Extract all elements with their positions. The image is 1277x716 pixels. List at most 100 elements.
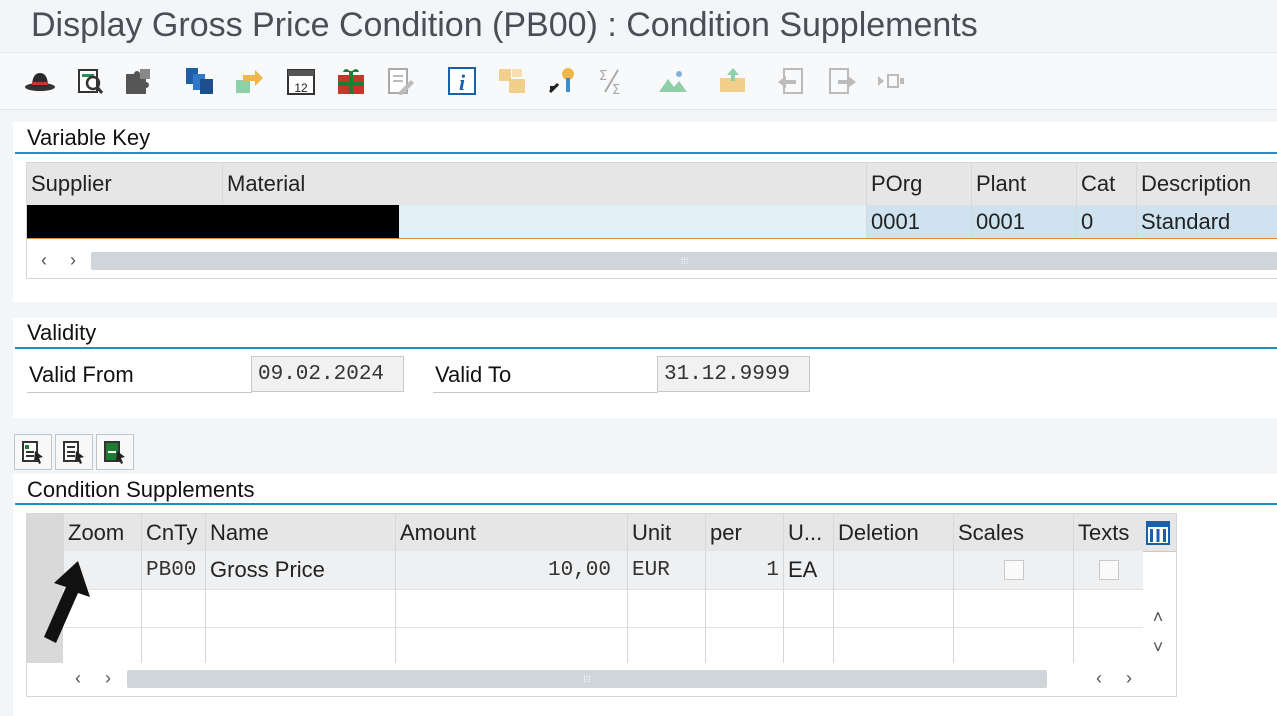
row-selector-header[interactable] [27,514,63,551]
cell-per[interactable]: 1 [705,551,783,589]
cell-deletion[interactable] [833,551,953,589]
column-divider [705,589,706,627]
column-header-unit[interactable]: Unit [627,514,705,551]
cell-uom[interactable]: EA [783,551,833,589]
column-header-name[interactable]: Name [205,514,395,551]
validity-rule [15,347,1277,349]
column-divider [1073,589,1074,627]
variable-key-rule [15,152,1277,154]
svg-text:Σ: Σ [612,83,620,96]
horizontal-scrollbar[interactable]: ⁞⁞⁞ [127,670,1047,688]
column-header-amount[interactable]: Amount [395,514,627,551]
column-header-supplier[interactable]: Supplier [27,163,222,205]
column-divider [395,627,396,663]
column-divider [953,589,954,627]
table-row[interactable]: PB00 Gross Price 10,00 EUR 1 EA [27,551,1143,590]
edit-document-icon[interactable] [384,65,418,97]
column-header-deletion[interactable]: Deletion [833,514,953,551]
column-header-per[interactable]: per [705,514,783,551]
column-header-plant[interactable]: Plant [971,163,1076,205]
condition-supplements-title: Condition Supplements [27,477,255,502]
cell-name[interactable]: Gross Price [205,551,395,589]
column-divider [705,627,706,663]
transfer-icon[interactable] [232,65,266,97]
copy-icon[interactable] [495,65,529,97]
scroll-left-button[interactable]: ‹ [33,249,55,271]
deselect-all-button[interactable] [55,434,93,470]
calendar-icon[interactable]: 12 [284,65,318,97]
overview-icon[interactable] [73,65,107,97]
select-block-button[interactable] [96,434,134,470]
column-header-uom[interactable]: U... [783,514,833,551]
more-icon[interactable] [875,65,909,97]
scroll-right-button[interactable]: › [97,667,119,689]
landscape-icon[interactable] [656,65,690,97]
page-title: Display Gross Price Condition (PB00) : C… [31,6,978,44]
sum-icon[interactable]: ΣΣ [595,65,629,97]
puzzle-icon[interactable] [122,65,156,97]
export-icon[interactable] [716,65,750,97]
valid-from-label: Valid From [27,357,252,393]
column-divider [141,627,142,663]
cell-porg[interactable]: 0001 [866,205,971,238]
cell-texts [1073,551,1143,589]
cell-unit[interactable]: EUR [627,551,705,589]
column-divider [141,589,142,627]
annotation-arrow-icon [38,557,94,647]
column-divider [833,627,834,663]
cell-plant[interactable]: 0001 [971,205,1076,238]
valid-from-field[interactable]: 09.02.2024 [251,356,404,392]
column-divider [627,627,628,663]
cell-cnty[interactable]: PB00 [141,551,205,589]
variable-key-header-row: Supplier Material POrg Plant Cat Descrip… [27,163,1277,206]
key-icon[interactable] [545,65,579,97]
scroll-left-end-button[interactable]: ‹ [1088,667,1110,689]
cell-description[interactable]: Standard [1136,205,1277,238]
scroll-left-button[interactable]: ‹ [67,667,89,689]
cascade-icon[interactable] [183,65,217,97]
valid-to-field[interactable]: 31.12.9999 [657,356,810,392]
column-header-material[interactable]: Material [222,163,866,205]
scroll-up-button[interactable]: ˄ [1147,606,1169,628]
condition-supplements-rule [15,503,1277,505]
scroll-right-end-button[interactable]: › [1118,667,1140,689]
column-divider [1073,627,1074,663]
back-document-icon[interactable] [775,65,809,97]
forward-document-icon[interactable] [825,65,859,97]
column-divider [627,589,628,627]
scroll-right-button[interactable]: › [62,249,84,271]
variable-key-row[interactable]: 0001 0001 0 Standard [27,205,1277,239]
variable-key-table: Supplier Material POrg Plant Cat Descrip… [26,162,1277,279]
column-header-porg[interactable]: POrg [866,163,971,205]
column-header-description[interactable]: Description [1136,163,1277,205]
column-divider [205,589,206,627]
column-header-zoom[interactable]: Zoom [63,514,141,551]
info-icon[interactable]: i [445,65,479,97]
table-row[interactable] [27,589,1143,628]
cell-amount[interactable]: 10,00 [395,551,627,589]
scales-checkbox[interactable] [1003,560,1024,580]
column-settings-icon[interactable] [1145,520,1171,546]
svg-text:i: i [459,70,466,95]
cell-cat[interactable]: 0 [1076,205,1136,238]
column-header-scales[interactable]: Scales [953,514,1073,551]
application-toolbar: 12 i ΣΣ [0,52,1277,110]
column-divider [783,627,784,663]
horizontal-scrollbar[interactable]: ⁞⁞⁞ [91,252,1277,270]
column-header-cat[interactable]: Cat [1076,163,1136,205]
column-header-texts[interactable]: Texts [1073,514,1145,551]
table-row[interactable] [27,627,1143,663]
scroll-down-button[interactable]: ˅ [1147,636,1169,658]
gift-icon[interactable] [334,65,368,97]
cell-material[interactable] [222,205,399,238]
column-divider [205,627,206,663]
valid-to-label: Valid To [433,357,658,393]
column-divider [833,589,834,627]
hat-icon[interactable] [23,65,57,97]
cell-supplier[interactable] [27,205,222,238]
texts-checkbox[interactable] [1098,560,1119,580]
column-header-cnty[interactable]: CnTy [141,514,205,551]
select-all-button[interactable] [14,434,52,470]
condition-supplements-table: Zoom CnTy Name Amount Unit per U... Dele… [26,513,1177,697]
variable-key-title: Variable Key [27,125,151,150]
